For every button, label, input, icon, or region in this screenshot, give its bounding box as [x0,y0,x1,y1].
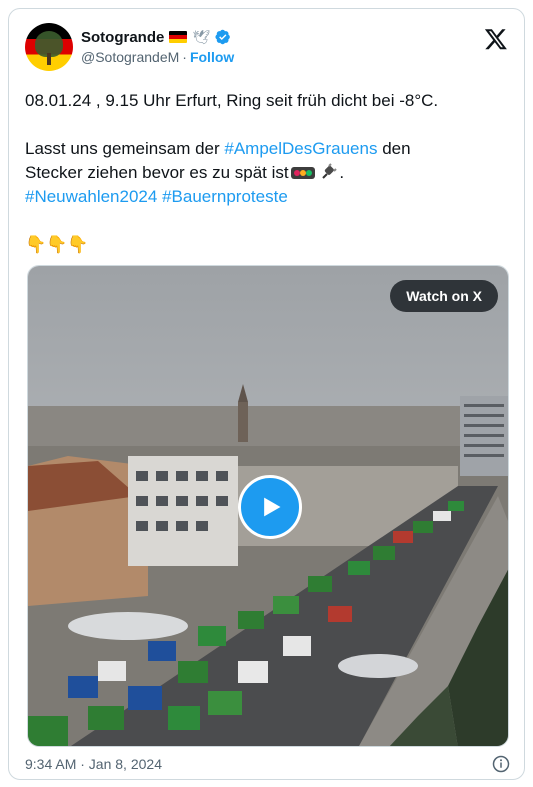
tweet-text: 08.01.24 , 9.15 Uhr Erfurt, Ring seit fr… [25,89,510,257]
tweet-footer: 9:34 AM · Jan 8, 2024 [25,753,510,775]
timestamp[interactable]: 9:34 AM · Jan 8, 2024 [25,756,162,772]
pointing-down-emojis: 👇👇👇 [25,235,89,254]
display-name[interactable]: Sotogrande [81,29,164,46]
tweet-header: Sotogrande 🕊 @SotograndeM · Follow [25,23,510,73]
traffic-light-icon [290,167,315,179]
verified-badge-icon [215,29,231,45]
play-icon [264,497,281,517]
x-logo-icon[interactable] [484,27,508,51]
tweet-line-3-end: . [339,163,345,182]
follow-button[interactable]: Follow [190,49,234,65]
avatar[interactable] [25,23,73,71]
tweet-line-3: Stecker ziehen bevor es zu spät ist [25,163,289,182]
hashtag-neuwahlen2024[interactable]: #Neuwahlen2024 [25,187,157,206]
play-button[interactable] [238,475,302,539]
dove-icon: 🕊 [192,28,211,45]
electric-plug-icon [322,163,338,179]
name-row: Sotogrande 🕊 [81,27,231,47]
separator: · [182,49,187,65]
video-player[interactable]: Watch on X [27,265,509,747]
watch-on-x-button[interactable]: Watch on X [390,280,498,312]
tweet-line-2-post: den [377,139,411,158]
german-flag-icon [169,31,188,43]
tweet-card: Sotogrande 🕊 @SotograndeM · Follow 08.01… [8,8,525,780]
handle[interactable]: @SotograndeM [81,49,179,65]
tweet-line-2-pre: Lasst uns gemeinsam der [25,139,225,158]
tweet-line-1: 08.01.24 , 9.15 Uhr Erfurt, Ring seit fr… [25,91,439,110]
info-icon[interactable] [492,755,510,773]
hashtag-bauernproteste[interactable]: #Bauernproteste [162,187,288,206]
avatar-trunk-shape [47,53,51,65]
hashtag-ampeldesgrauens[interactable]: #AmpelDesGrauens [224,139,377,158]
handle-row: @SotograndeM · Follow [81,49,234,65]
